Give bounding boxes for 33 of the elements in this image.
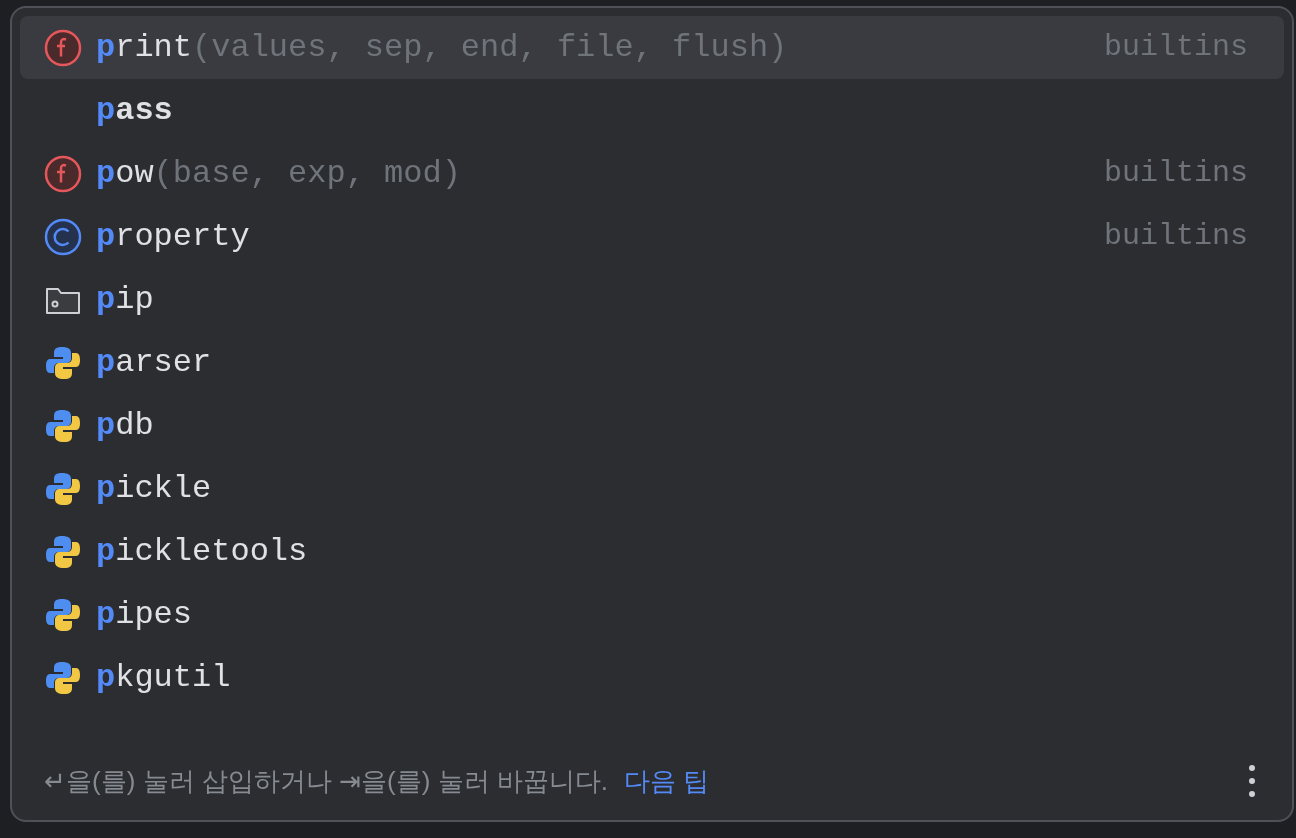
parameter-list: (base, exp, mod) [153, 149, 461, 198]
completion-name: pdb [96, 405, 154, 446]
completion-name: print [96, 27, 192, 68]
completion-item[interactable]: property builtins [20, 205, 1284, 268]
completion-item[interactable]: pow(base, exp, mod) builtins [20, 142, 1284, 205]
completion-item[interactable]: pip [20, 268, 1284, 331]
more-options-icon[interactable] [1248, 764, 1256, 798]
completion-name: property [96, 216, 250, 257]
completion-name: pkgutil [96, 657, 231, 698]
completion-item[interactable]: print(values, sep, end, file, flush) builtins [20, 16, 1284, 79]
source-label: builtins [1103, 29, 1248, 66]
completion-name: pickle [96, 468, 212, 509]
completion-name: pow [96, 153, 154, 194]
completion-name: pipes [96, 594, 192, 635]
completion-item[interactable]: parser [20, 331, 1284, 394]
source-label: builtins [1103, 155, 1248, 192]
next-tip-link[interactable]: 다음 팁 [624, 761, 710, 801]
completion-item[interactable]: pass [20, 79, 1284, 142]
completion-name: pass [96, 90, 173, 131]
source-label: builtins [1103, 218, 1248, 255]
parameter-list: (values, sep, end, file, flush) [192, 23, 788, 72]
completion-item[interactable]: pickle [20, 457, 1284, 520]
completion-name: pickletools [96, 531, 308, 572]
class-icon [44, 217, 82, 256]
completion-item[interactable]: pdb [20, 394, 1284, 457]
completion-item[interactable]: pipes [20, 583, 1284, 646]
completion-item[interactable]: pkgutil [20, 646, 1284, 709]
function-icon [44, 28, 82, 67]
completion-name: parser [96, 342, 212, 383]
completion-name: pip [96, 279, 154, 320]
hint-text: ↵을(를) 눌러 삽입하거나 ⇥을(를) 눌러 바꿉니다. [44, 764, 608, 798]
completion-item[interactable]: pickletools [20, 520, 1284, 583]
function-icon [44, 154, 82, 193]
